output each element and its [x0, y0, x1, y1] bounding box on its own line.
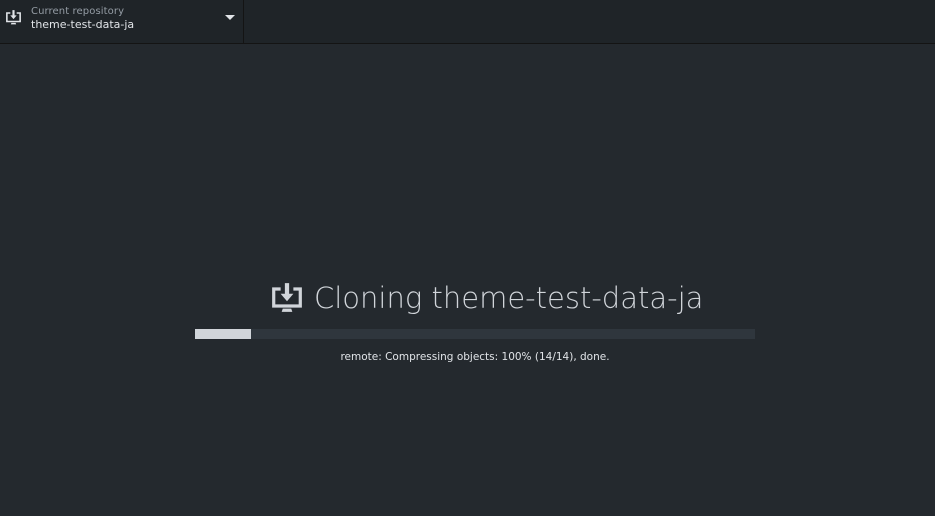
repository-caption: Current repository: [31, 6, 125, 17]
chevron-down-icon: [225, 15, 235, 20]
repository-labels: Current repository theme-test-data-ja: [31, 5, 134, 32]
current-repository-selector[interactable]: Current repository theme-test-data-ja: [0, 0, 244, 43]
clone-progress-view: Cloning theme-test-data-ja remote: Compr…: [0, 0, 935, 516]
clone-progress-bar: [195, 329, 755, 339]
clone-progress-fill: [195, 329, 251, 339]
toolbar-empty-area: [244, 0, 935, 43]
clone-icon: [6, 10, 21, 25]
clone-progress-status: remote: Compressing objects: 100% (14/14…: [340, 351, 610, 363]
clone-title-text: Cloning theme-test-data-ja: [314, 281, 704, 315]
repository-name: theme-test-data-ja: [31, 18, 135, 31]
clone-icon: [272, 283, 302, 312]
clone-title: Cloning theme-test-data-ja: [270, 278, 703, 318]
app-window: Current repository theme-test-data-ja Cl…: [0, 0, 935, 516]
toolbar: Current repository theme-test-data-ja: [0, 0, 935, 44]
